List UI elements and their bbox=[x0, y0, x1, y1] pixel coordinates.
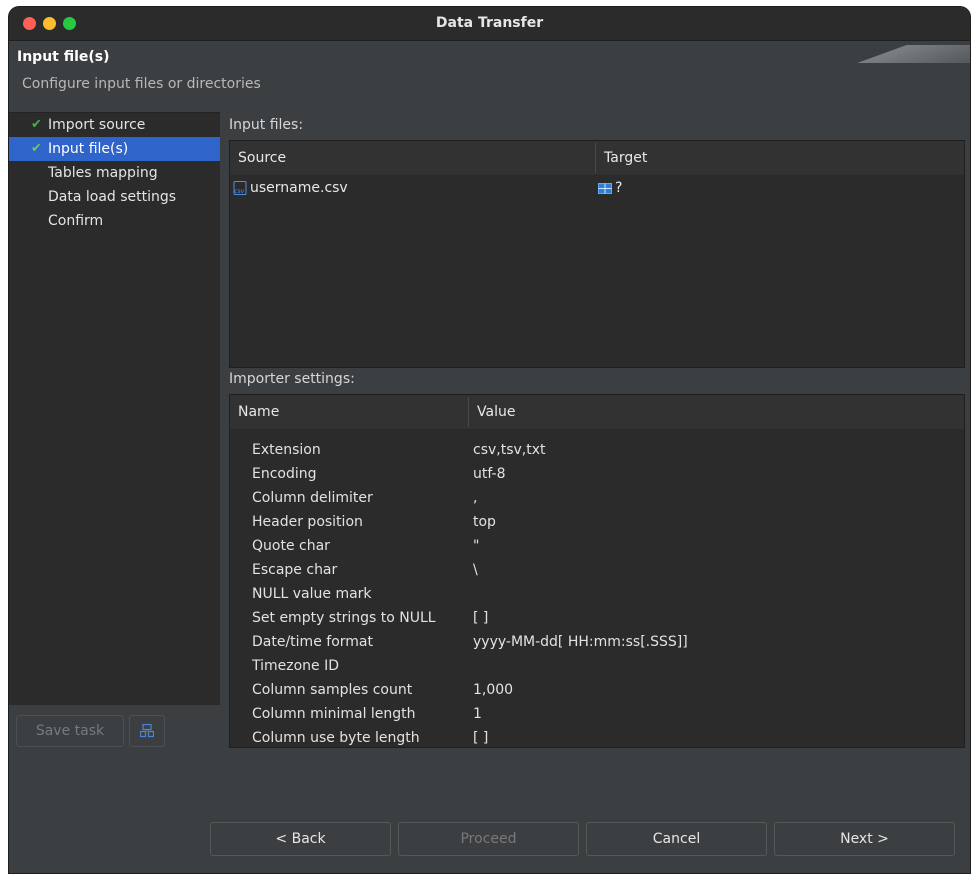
setting-row-empty-strings-null[interactable]: Set empty strings to NULL [ ] bbox=[230, 606, 964, 630]
column-header-value[interactable]: Value bbox=[469, 395, 515, 429]
target-value: ? bbox=[615, 180, 623, 196]
svg-text:csv: csv bbox=[234, 188, 244, 195]
setting-row-extension[interactable]: Extension csv,tsv,txt bbox=[230, 438, 964, 462]
setting-row-null-value-mark[interactable]: NULL value mark bbox=[230, 582, 964, 606]
proceed-button[interactable]: Proceed bbox=[398, 822, 579, 856]
setting-row-column-use-byte-length[interactable]: Column use byte length [ ] bbox=[230, 726, 964, 750]
window-title: Data Transfer bbox=[435, 15, 544, 31]
checkmark-icon: ✔ bbox=[31, 117, 42, 132]
nav-item-tables-mapping[interactable]: Tables mapping bbox=[9, 161, 220, 185]
setting-row-header-position[interactable]: Header position top bbox=[230, 510, 964, 534]
nav-item-confirm[interactable]: Confirm bbox=[9, 209, 220, 233]
setting-value[interactable]: csv,tsv,txt bbox=[473, 438, 546, 462]
setting-name: Column delimiter bbox=[252, 490, 373, 506]
setting-row-column-delimiter[interactable]: Column delimiter , bbox=[230, 486, 964, 510]
page-title: Input file(s) bbox=[17, 49, 110, 65]
setting-checkbox[interactable]: [ ] bbox=[473, 606, 488, 630]
setting-value[interactable]: 1,000 bbox=[473, 678, 513, 702]
setting-name: Column use byte length bbox=[252, 730, 420, 746]
nav-item-label: Input file(s) bbox=[48, 141, 129, 157]
importer-settings-table[interactable]: Name Value Extension csv,tsv,txt Encodin… bbox=[229, 394, 965, 748]
setting-value[interactable]: " bbox=[473, 534, 479, 558]
setting-name: Timezone ID bbox=[252, 658, 340, 674]
column-header-name[interactable]: Name bbox=[230, 395, 279, 429]
title-bar: Data Transfer bbox=[9, 7, 970, 41]
page-description: Configure input files or directories bbox=[22, 76, 261, 92]
task-icon bbox=[140, 724, 154, 738]
setting-name: Quote char bbox=[252, 538, 330, 554]
save-task-button[interactable]: Save task bbox=[16, 715, 124, 747]
task-config-button[interactable] bbox=[129, 715, 165, 747]
header-decoration bbox=[830, 45, 970, 63]
nav-item-label: Data load settings bbox=[48, 189, 177, 205]
nav-item-label: Tables mapping bbox=[48, 165, 158, 181]
table-header: Source Target bbox=[230, 141, 964, 176]
setting-value[interactable]: \ bbox=[473, 558, 478, 582]
source-file-name: username.csv bbox=[250, 180, 348, 196]
setting-value[interactable]: , bbox=[473, 486, 477, 510]
setting-name: Header position bbox=[252, 514, 363, 530]
setting-name: Set empty strings to NULL bbox=[252, 610, 436, 626]
nav-item-label: Confirm bbox=[48, 213, 104, 229]
setting-row-column-minimal-length[interactable]: Column minimal length 1 bbox=[230, 702, 964, 726]
setting-name: Column samples count bbox=[252, 682, 413, 698]
nav-item-data-load-settings[interactable]: Data load settings bbox=[9, 185, 220, 209]
wizard-header: Input file(s) Configure input files or d… bbox=[9, 41, 970, 105]
setting-row-encoding[interactable]: Encoding utf-8 bbox=[230, 462, 964, 486]
importer-settings-label: Importer settings: bbox=[229, 371, 355, 387]
table-row[interactable]: csv username.csv ? bbox=[230, 176, 964, 200]
setting-value[interactable]: top bbox=[473, 510, 496, 534]
setting-checkbox[interactable]: [ ] bbox=[473, 726, 488, 750]
column-header-target[interactable]: Target bbox=[596, 141, 647, 175]
data-transfer-window: Data Transfer Input file(s) Configure in… bbox=[9, 7, 970, 873]
column-header-source[interactable]: Source bbox=[230, 141, 286, 175]
setting-row-quote-char[interactable]: Quote char " bbox=[230, 534, 964, 558]
cancel-button[interactable]: Cancel bbox=[586, 822, 767, 856]
setting-name: NULL value mark bbox=[252, 586, 372, 602]
setting-name: Extension bbox=[252, 442, 321, 458]
setting-name: Column minimal length bbox=[252, 706, 416, 722]
nav-item-input-files[interactable]: ✔ Input file(s) bbox=[9, 137, 220, 161]
nav-item-label: Import source bbox=[48, 117, 146, 133]
back-button[interactable]: < Back bbox=[210, 822, 391, 856]
table-icon bbox=[598, 183, 612, 194]
table-header: Name Value bbox=[230, 395, 964, 430]
setting-name: Encoding bbox=[252, 466, 317, 482]
setting-name: Escape char bbox=[252, 562, 338, 578]
setting-name: Date/time format bbox=[252, 634, 373, 650]
nav-item-import-source[interactable]: ✔ Import source bbox=[9, 113, 220, 137]
input-files-table[interactable]: Source Target csv username.csv ? bbox=[229, 140, 965, 368]
checkmark-icon: ✔ bbox=[31, 141, 42, 156]
setting-value[interactable]: utf-8 bbox=[473, 462, 505, 486]
setting-value[interactable]: yyyy-MM-dd[ HH:mm:ss[.SSS]] bbox=[473, 630, 688, 654]
csv-file-icon: csv bbox=[233, 181, 247, 195]
setting-row-datetime-format[interactable]: Date/time format yyyy-MM-dd[ HH:mm:ss[.S… bbox=[230, 630, 964, 654]
next-button[interactable]: Next > bbox=[774, 822, 955, 856]
setting-row-column-samples-count[interactable]: Column samples count 1,000 bbox=[230, 678, 964, 702]
wizard-steps-nav: ✔ Import source ✔ Input file(s) Tables m… bbox=[9, 112, 220, 705]
setting-row-timezone-id[interactable]: Timezone ID bbox=[230, 654, 964, 678]
setting-value[interactable]: 1 bbox=[473, 702, 482, 726]
input-files-label: Input files: bbox=[229, 117, 304, 133]
setting-row-escape-char[interactable]: Escape char \ bbox=[230, 558, 964, 582]
